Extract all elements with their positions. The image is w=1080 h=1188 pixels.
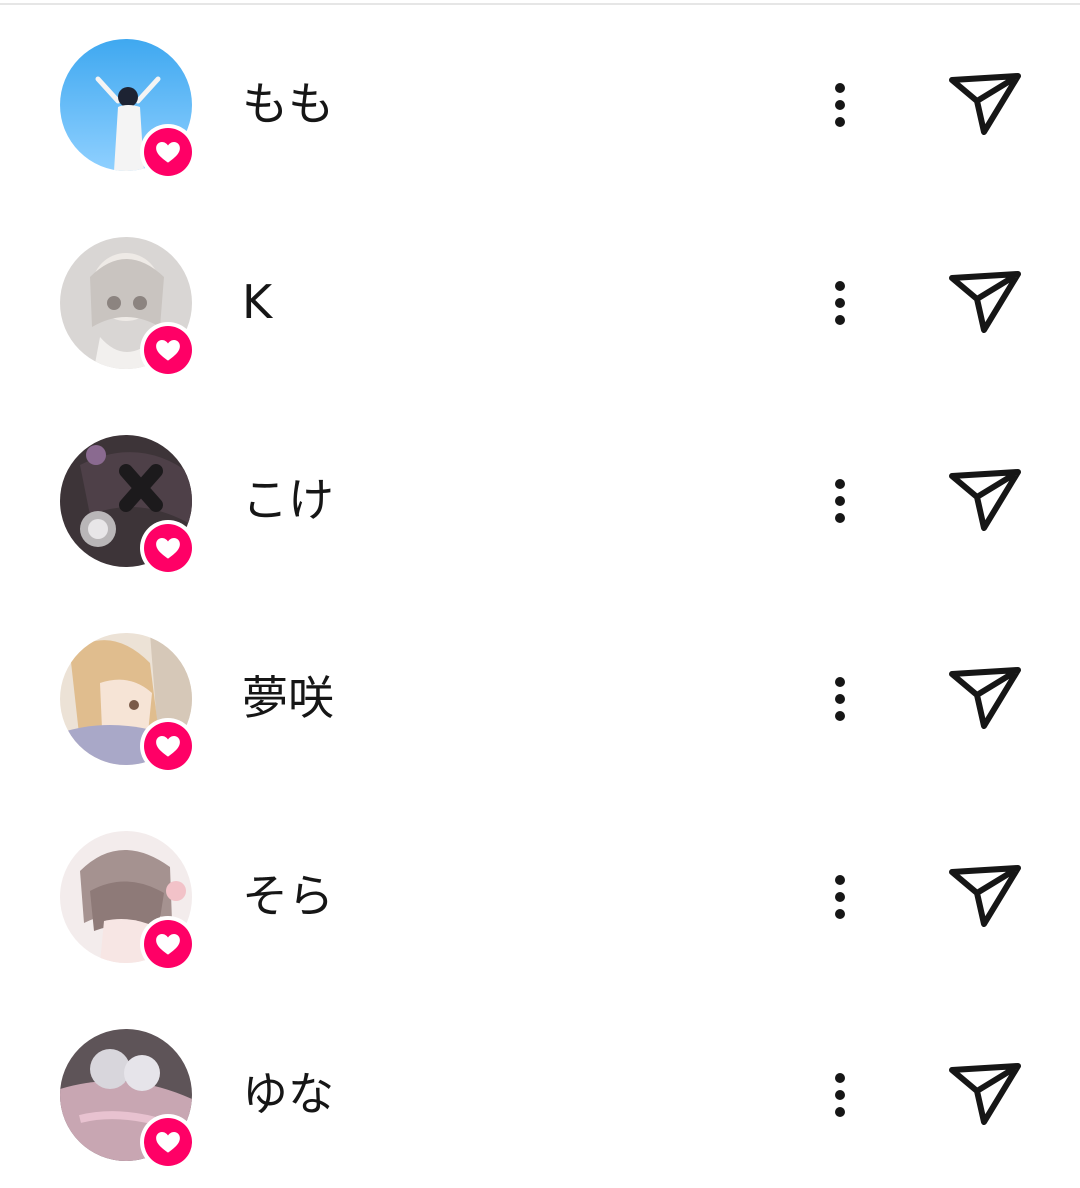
send-button[interactable]	[942, 1056, 1026, 1132]
avatar-container[interactable]	[60, 435, 196, 576]
badge-fill	[144, 128, 192, 176]
send-button[interactable]	[942, 858, 1026, 934]
dot	[835, 875, 845, 885]
dot	[835, 711, 845, 721]
list-item[interactable]: 夢咲	[0, 594, 1080, 792]
send-button[interactable]	[942, 264, 1026, 340]
badge-fill	[144, 326, 192, 374]
list-item[interactable]: こけ	[0, 396, 1080, 594]
send-button[interactable]	[942, 660, 1026, 736]
send-button[interactable]	[942, 462, 1026, 538]
heart-icon	[156, 340, 180, 361]
user-name[interactable]: こけ	[242, 468, 334, 532]
badge-fill	[144, 920, 192, 968]
more-vertical-icon[interactable]	[818, 466, 862, 536]
heart-icon	[156, 142, 180, 163]
more-vertical-icon[interactable]	[818, 664, 862, 734]
dot	[835, 117, 845, 127]
send-button[interactable]	[942, 66, 1026, 142]
user-name[interactable]: もも	[242, 72, 334, 136]
dot	[835, 909, 845, 919]
dot	[835, 1107, 845, 1117]
list-item[interactable]: K	[0, 198, 1080, 396]
avatar-container[interactable]	[60, 831, 196, 972]
badge	[140, 520, 196, 576]
user-name[interactable]: そら	[242, 864, 334, 928]
list-item[interactable]: そら	[0, 792, 1080, 990]
badge	[140, 916, 196, 972]
badge	[140, 718, 196, 774]
more-vertical-icon[interactable]	[818, 1060, 862, 1130]
heart-icon	[156, 538, 180, 559]
send-icon	[949, 271, 1021, 333]
dot	[835, 281, 845, 291]
user-name[interactable]: K	[242, 270, 272, 334]
heart-icon	[156, 1132, 180, 1153]
user-list: もも K こけ 夢咲 そら ゆな	[0, 0, 1080, 1180]
badge	[140, 1114, 196, 1170]
dot	[835, 100, 845, 110]
badge	[140, 124, 196, 180]
heart-icon	[156, 934, 180, 955]
dot	[835, 315, 845, 325]
more-vertical-icon[interactable]	[818, 862, 862, 932]
send-icon	[949, 1063, 1021, 1125]
badge	[140, 322, 196, 378]
dot	[835, 83, 845, 93]
avatar-container[interactable]	[60, 1029, 196, 1170]
avatar-container[interactable]	[60, 39, 196, 180]
dot	[835, 513, 845, 523]
dot	[835, 1090, 845, 1100]
dot	[835, 892, 845, 902]
badge-fill	[144, 1118, 192, 1166]
user-name[interactable]: ゆな	[242, 1062, 334, 1126]
send-icon	[949, 865, 1021, 927]
list-item[interactable]: ゆな	[0, 990, 1080, 1188]
dot	[835, 479, 845, 489]
heart-icon	[156, 736, 180, 757]
list-item[interactable]: もも	[0, 0, 1080, 198]
dot	[835, 694, 845, 704]
send-icon	[949, 73, 1021, 135]
more-vertical-icon[interactable]	[818, 268, 862, 338]
badge-fill	[144, 722, 192, 770]
dot	[835, 298, 845, 308]
badge-fill	[144, 524, 192, 572]
user-name[interactable]: 夢咲	[242, 666, 334, 730]
send-icon	[949, 469, 1021, 531]
send-icon	[949, 667, 1021, 729]
dot	[835, 677, 845, 687]
avatar-container[interactable]	[60, 633, 196, 774]
dot	[835, 1073, 845, 1083]
avatar-container[interactable]	[60, 237, 196, 378]
more-vertical-icon[interactable]	[818, 70, 862, 140]
dot	[835, 496, 845, 506]
